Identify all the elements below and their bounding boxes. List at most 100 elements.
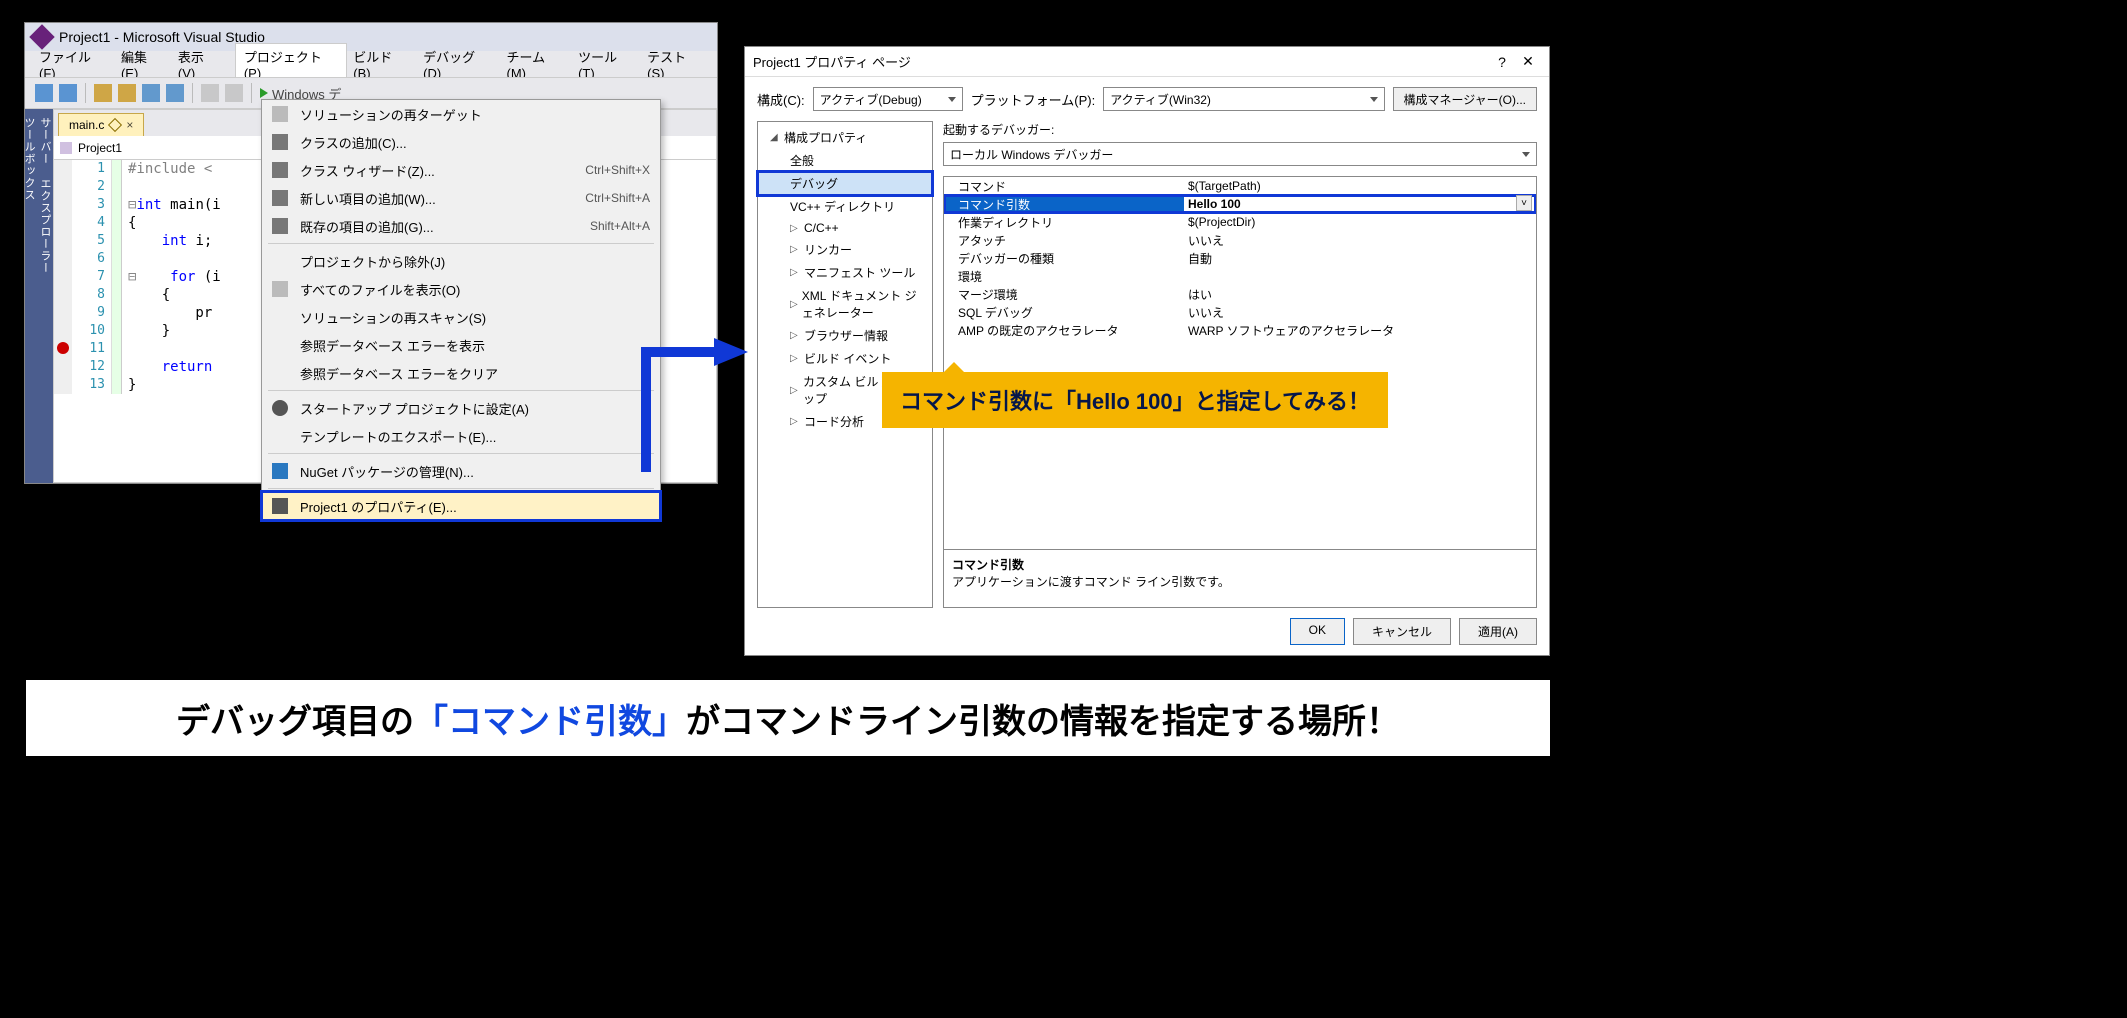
show-all-icon <box>272 281 288 297</box>
visual-studio-window: Project1 - Microsoft Visual Studio ファイル(… <box>24 22 718 484</box>
debugger-select[interactable]: ローカル Windows デバッガー <box>943 142 1537 166</box>
menu-item-show-all[interactable]: すべてのファイルを表示(O) <box>262 275 660 303</box>
grid-row-sql-debug[interactable]: SQL デバッグいいえ <box>944 303 1536 321</box>
new-project-icon[interactable] <box>94 84 112 102</box>
back-icon[interactable] <box>35 84 53 102</box>
toolbar-separator <box>251 83 252 103</box>
property-tree[interactable]: ◢構成プロパティ 全般 デバッグ VC++ ディレクトリ ▷C/C++ ▷リンカ… <box>757 121 933 608</box>
menu-separator <box>268 453 654 454</box>
tree-general[interactable]: 全般 <box>758 149 932 172</box>
tree-manifest[interactable]: ▷マニフェスト ツール <box>758 261 932 284</box>
menu-build[interactable]: ビルド(B) <box>353 47 409 81</box>
breakpoint-margin[interactable] <box>54 160 72 394</box>
grid-row-command-args[interactable]: コマンド引数Hello 100 <box>944 195 1536 213</box>
tree-buildev[interactable]: ▷ビルド イベント <box>758 347 932 370</box>
sidetab-server-explorer[interactable]: サーバー エクスプローラー <box>37 109 53 483</box>
tree-root[interactable]: ◢構成プロパティ <box>758 126 932 149</box>
save-icon[interactable] <box>142 84 160 102</box>
sidetab-toolbox[interactable]: ツールボックス <box>21 109 37 483</box>
close-button[interactable]: ✕ <box>1515 53 1541 70</box>
menu-file[interactable]: ファイル(F) <box>39 47 107 81</box>
menu-item-db-show[interactable]: 参照データベース エラーを表示 <box>262 331 660 359</box>
value-dropdown-icon[interactable]: ˅ <box>1516 195 1532 211</box>
caption-text: デバッグ項目の「コマンド引数」がコマンドライン引数の情報を指定する場所！ <box>176 694 1400 743</box>
tree-vcdir[interactable]: VC++ ディレクトリ <box>758 195 932 218</box>
menu-view[interactable]: 表示(V) <box>178 47 221 81</box>
apply-button[interactable]: 適用(A) <box>1459 618 1537 645</box>
menu-item-rescan[interactable]: ソリューションの再スキャン(S) <box>262 303 660 331</box>
config-label: 構成(C): <box>757 90 805 109</box>
tree-cc[interactable]: ▷C/C++ <box>758 218 932 238</box>
menu-team[interactable]: チーム(M) <box>507 47 565 81</box>
gear-icon <box>272 400 288 416</box>
file-tab-label: main.c <box>69 118 104 132</box>
tree-linker[interactable]: ▷リンカー <box>758 238 932 261</box>
menu-edit[interactable]: 編集(E) <box>121 47 164 81</box>
grid-row-merge-env[interactable]: マージ環境はい <box>944 285 1536 303</box>
platform-dropdown[interactable]: アクティブ(Win32) <box>1103 87 1384 111</box>
help-button[interactable]: ? <box>1489 54 1515 70</box>
open-icon[interactable] <box>118 84 136 102</box>
debugger-header: 起動するデバッガー: <box>943 121 1537 138</box>
forward-icon[interactable] <box>59 84 77 102</box>
menu-debug[interactable]: デバッグ(D) <box>423 47 492 81</box>
grid-row-amp[interactable]: AMP の既定のアクセラレータWARP ソフトウェアのアクセラレータ <box>944 321 1536 339</box>
change-margin <box>112 160 122 394</box>
menu-test[interactable]: テスト(S) <box>647 47 703 81</box>
existing-item-icon <box>272 218 288 234</box>
config-manager-button[interactable]: 構成マネージャー(O)... <box>1393 87 1538 111</box>
menu-item-export-template[interactable]: テンプレートのエクスポート(E)... <box>262 422 660 450</box>
grid-row-env[interactable]: 環境 <box>944 267 1536 285</box>
source-text[interactable]: #include < ⊟int main(i { int i; ⊟ for (i… <box>122 160 221 394</box>
toolbar-separator <box>85 83 86 103</box>
platform-label: プラットフォーム(P): <box>971 90 1096 109</box>
new-item-icon <box>272 190 288 206</box>
pp-titlebar: Project1 プロパティ ページ ? ✕ <box>745 47 1549 77</box>
file-tab-main-c[interactable]: main.c × <box>58 113 144 136</box>
tree-debug[interactable]: デバッグ <box>758 172 932 195</box>
ok-button[interactable]: OK <box>1290 618 1345 645</box>
config-dropdown[interactable]: アクティブ(Debug) <box>813 87 963 111</box>
redo-icon[interactable] <box>225 84 243 102</box>
grid-row-workdir[interactable]: 作業ディレクトリ$(ProjectDir) <box>944 213 1536 231</box>
cancel-button[interactable]: キャンセル <box>1353 618 1451 645</box>
menu-item-nuget[interactable]: NuGet パッケージの管理(N)... <box>262 457 660 485</box>
wizard-icon <box>272 162 288 178</box>
annotation-callout: コマンド引数に「Hello 100」と指定してみる！ <box>882 372 1388 428</box>
menu-item-add-class[interactable]: クラスの追加(C)... <box>262 128 660 156</box>
menu-item-startup[interactable]: スタートアップ プロジェクトに設定(A) <box>262 394 660 422</box>
grid-row-command[interactable]: コマンド$(TargetPath) <box>944 177 1536 195</box>
menu-item-existing-item[interactable]: 既存の項目の追加(G)...Shift+Alt+A <box>262 212 660 240</box>
menu-tools[interactable]: ツール(T) <box>578 47 633 81</box>
undo-icon[interactable] <box>201 84 219 102</box>
menu-item-properties[interactable]: Project1 のプロパティ(E)... <box>262 492 660 520</box>
grid-row-attach[interactable]: アタッチいいえ <box>944 231 1536 249</box>
property-right-pane: 起動するデバッガー: ローカル Windows デバッガー コマンド$(Targ… <box>943 121 1537 608</box>
pp-title: Project1 プロパティ ページ <box>753 52 911 71</box>
property-grid[interactable]: コマンド$(TargetPath) コマンド引数Hello 100 作業ディレク… <box>943 176 1537 550</box>
menu-item-new-item[interactable]: 新しい項目の追加(W)...Ctrl+Shift+A <box>262 184 660 212</box>
tree-browse[interactable]: ▷ブラウザー情報 <box>758 324 932 347</box>
menu-separator <box>268 488 654 489</box>
add-class-icon <box>272 134 288 150</box>
grid-row-debugger-type[interactable]: デバッガーの種類自動 <box>944 249 1536 267</box>
pin-icon[interactable] <box>108 118 122 132</box>
retarget-icon <box>272 106 288 122</box>
menu-item-retarget[interactable]: ソリューションの再ターゲット <box>262 100 660 128</box>
line-number-gutter: 123 456 789 101112 13 <box>72 160 112 394</box>
menu-separator <box>268 243 654 244</box>
close-icon[interactable]: × <box>126 118 133 132</box>
vs-logo-icon <box>29 24 54 49</box>
menu-item-db-clear[interactable]: 参照データベース エラーをクリア <box>262 359 660 387</box>
caption-bar: デバッグ項目の「コマンド引数」がコマンドライン引数の情報を指定する場所！ <box>26 680 1550 756</box>
menu-item-class-wizard[interactable]: クラス ウィザード(Z)...Ctrl+Shift+X <box>262 156 660 184</box>
scope-label: Project1 <box>78 141 122 155</box>
tree-xml[interactable]: ▷XML ドキュメント ジェネレーター <box>758 284 932 324</box>
property-pages-window: Project1 プロパティ ページ ? ✕ 構成(C): アクティブ(Debu… <box>744 46 1550 656</box>
vs-menubar: ファイル(F) 編集(E) 表示(V) プロジェクト(P) ビルド(B) デバッ… <box>25 51 717 77</box>
play-icon <box>260 88 268 98</box>
dialog-buttons: OK キャンセル 適用(A) <box>745 608 1549 655</box>
breakpoint-icon[interactable] <box>57 342 69 354</box>
menu-item-exclude[interactable]: プロジェクトから除外(J) <box>262 247 660 275</box>
save-all-icon[interactable] <box>166 84 184 102</box>
